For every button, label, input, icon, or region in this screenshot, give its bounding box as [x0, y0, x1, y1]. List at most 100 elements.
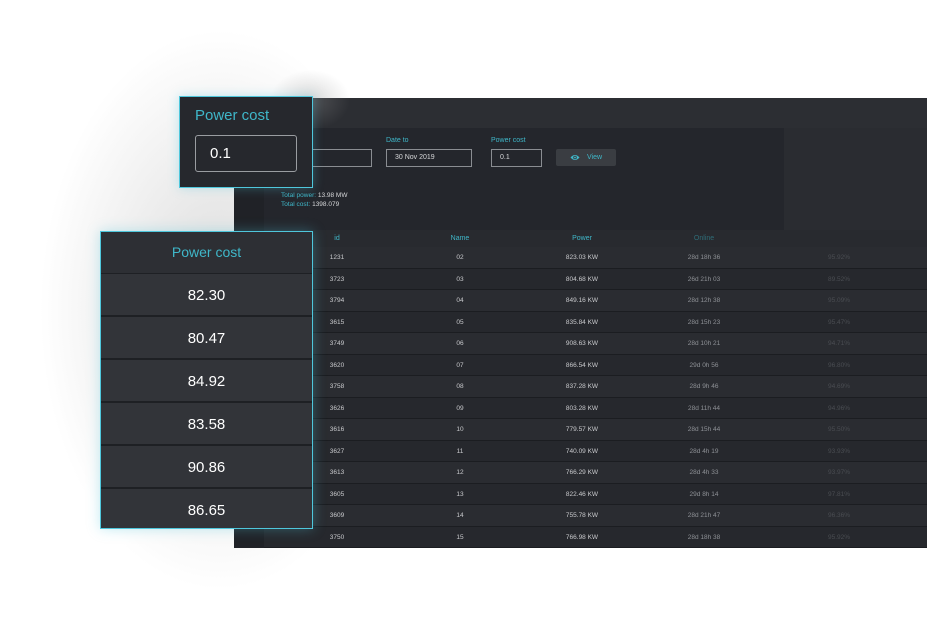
- cell-pct: 97.81%: [827, 490, 851, 498]
- power-report-window: 2019 Date to 30 Nov 2019 Power cost 0.1 …: [234, 98, 927, 548]
- table-row[interactable]: 3626 09 803.28 KW 28d 11h 44 94.96%: [264, 397, 927, 419]
- cell-online: 28d 18h 38: [687, 533, 721, 541]
- cell-id: 3605: [329, 490, 345, 498]
- date-to-field[interactable]: 30 Nov 2019: [386, 149, 472, 167]
- cell-online: 28d 10h 21: [687, 340, 721, 347]
- cell-power: 866.54 KW: [565, 361, 599, 369]
- cell-power: 908.63 KW: [565, 340, 599, 347]
- power-cost-cell: 80.47: [101, 317, 312, 360]
- power-cost-cell: 82.30: [101, 274, 312, 317]
- cell-name: 13: [456, 490, 464, 498]
- power-cost-cell: 84.92: [101, 360, 312, 403]
- cell-name: 07: [456, 361, 464, 369]
- cell-online: 28d 15h 44: [687, 426, 721, 433]
- power-cost-column-callout: Power cost 82.30 80.47 84.92 83.58 90.86 86.6…: [100, 231, 313, 529]
- cell-power: 837.28 KW: [565, 383, 599, 390]
- cell-pct: 95.09%: [827, 297, 851, 304]
- power-cost-callout-label: Power cost: [195, 107, 270, 124]
- cell-online: 26d 21h 03: [687, 275, 721, 283]
- power-cost-field[interactable]: 0.1: [491, 149, 542, 167]
- cell-id: 3750: [329, 533, 345, 541]
- total-cost-value: 1398.079: [312, 201, 340, 208]
- cell-pct: 93.97%: [827, 469, 851, 476]
- cell-name: 03: [456, 275, 464, 283]
- cell-power: 823.03 KW: [565, 254, 599, 261]
- column-header-id[interactable]: id: [334, 230, 339, 247]
- cell-id: 3794: [329, 297, 345, 304]
- table-row[interactable]: 3616 10 779.57 KW 28d 15h 44 95.50%: [264, 419, 927, 441]
- cell-id: 1231: [329, 254, 345, 261]
- cell-id: 3723: [329, 275, 345, 283]
- power-cost-callout: Power cost 0.1: [179, 96, 313, 188]
- power-cost-cell: 83.58: [101, 403, 312, 446]
- table-row[interactable]: 3615 05 835.84 KW 28d 15h 23 95.47%: [264, 311, 927, 333]
- cell-power: 766.98 KW: [565, 533, 599, 541]
- cell-name: 05: [456, 318, 464, 326]
- cell-online: 28d 9h 46: [689, 383, 719, 390]
- cell-id: 3626: [329, 404, 345, 412]
- cell-name: 02: [456, 254, 464, 261]
- power-cost-column-header: Power cost: [101, 232, 312, 274]
- cell-name: 04: [456, 297, 464, 304]
- cell-online: 28d 18h 36: [687, 254, 721, 261]
- cell-power: 803.28 KW: [565, 404, 599, 412]
- table-row[interactable]: 3750 15 766.98 KW 28d 18h 38 95.92%: [264, 526, 927, 548]
- cell-online: 28d 21h 47: [687, 512, 721, 519]
- power-cost-cell: 86.65: [101, 489, 312, 528]
- totals-summary: Total power: 13.98 MW Total cost: 1398.0…: [281, 191, 347, 209]
- cell-name: 15: [456, 533, 464, 541]
- column-header-name[interactable]: Name: [451, 230, 470, 247]
- cell-pct: 95.47%: [827, 318, 851, 326]
- column-header-online[interactable]: Online: [694, 230, 714, 247]
- cell-pct: 94.69%: [827, 383, 851, 390]
- cell-pct: 94.96%: [827, 404, 851, 412]
- cell-online: 28d 15h 23: [687, 318, 721, 326]
- cell-pct: 95.92%: [827, 533, 851, 541]
- cell-pct: 95.50%: [827, 426, 851, 433]
- cell-id: 3616: [329, 426, 345, 433]
- table-row[interactable]: 3723 03 804.68 KW 26d 21h 03 89.52%: [264, 268, 927, 290]
- table-row[interactable]: 3758 08 837.28 KW 28d 9h 46 94.69%: [264, 376, 927, 398]
- date-to-label: Date to: [386, 137, 409, 144]
- cell-power: 766.29 KW: [565, 469, 599, 476]
- cell-id: 3749: [329, 340, 345, 347]
- total-power-value: 13.98 MW: [317, 192, 348, 199]
- total-cost-label: Total cost:: [281, 201, 311, 208]
- cell-power: 740.09 KW: [565, 447, 599, 455]
- cell-online: 28d 12h 38: [687, 297, 721, 304]
- cell-id: 3620: [329, 361, 345, 369]
- cell-name: 10: [456, 426, 464, 433]
- table-row[interactable]: 3609 14 755.78 KW 28d 21h 47 96.36%: [264, 505, 927, 527]
- cell-pct: 96.80%: [827, 361, 851, 369]
- cell-id: 3758: [329, 383, 345, 390]
- cell-online: 28d 4h 33: [689, 469, 719, 476]
- table-row[interactable]: 1231 02 823.03 KW 28d 18h 36 95.92%: [264, 247, 927, 269]
- eye-icon: [570, 155, 580, 160]
- table-row[interactable]: 3613 12 766.29 KW 28d 4h 33 93.97%: [264, 462, 927, 484]
- cell-id: 3613: [329, 469, 345, 476]
- cell-name: 11: [456, 447, 464, 455]
- cell-pct: 95.92%: [827, 254, 851, 261]
- table-header: id Name Power Online: [264, 230, 927, 247]
- cell-power: 779.57 KW: [565, 426, 599, 433]
- power-cost-label: Power cost: [491, 137, 526, 144]
- cell-power: 804.68 KW: [565, 275, 599, 283]
- top-bar: [234, 98, 927, 128]
- table-row[interactable]: 3605 13 822.46 KW 29d 8h 14 97.81%: [264, 483, 927, 505]
- cell-id: 3627: [329, 447, 345, 455]
- cell-online: 28d 11h 44: [687, 404, 721, 412]
- power-cost-callout-input[interactable]: 0.1: [195, 135, 297, 172]
- column-header-power[interactable]: Power: [572, 230, 592, 247]
- cell-name: 06: [456, 340, 464, 347]
- cell-pct: 96.36%: [827, 512, 851, 519]
- cell-online: 28d 4h 19: [689, 447, 719, 455]
- view-button[interactable]: View: [556, 149, 616, 166]
- table-row[interactable]: 3627 11 740.09 KW 28d 4h 19 93.93%: [264, 440, 927, 462]
- table-row[interactable]: 3620 07 866.54 KW 29d 0h 56 96.80%: [264, 354, 927, 376]
- table-body: 1231 02 823.03 KW 28d 18h 36 95.92% 3723 03 804…: [264, 247, 927, 548]
- table-row[interactable]: 3749 06 908.63 KW 28d 10h 21 94.71%: [264, 333, 927, 355]
- table-row[interactable]: 3794 04 849.16 KW 28d 12h 38 95.09%: [264, 290, 927, 312]
- cell-online: 29d 8h 14: [689, 490, 719, 498]
- view-button-label: View: [587, 154, 603, 161]
- cell-power: 755.78 KW: [565, 512, 599, 519]
